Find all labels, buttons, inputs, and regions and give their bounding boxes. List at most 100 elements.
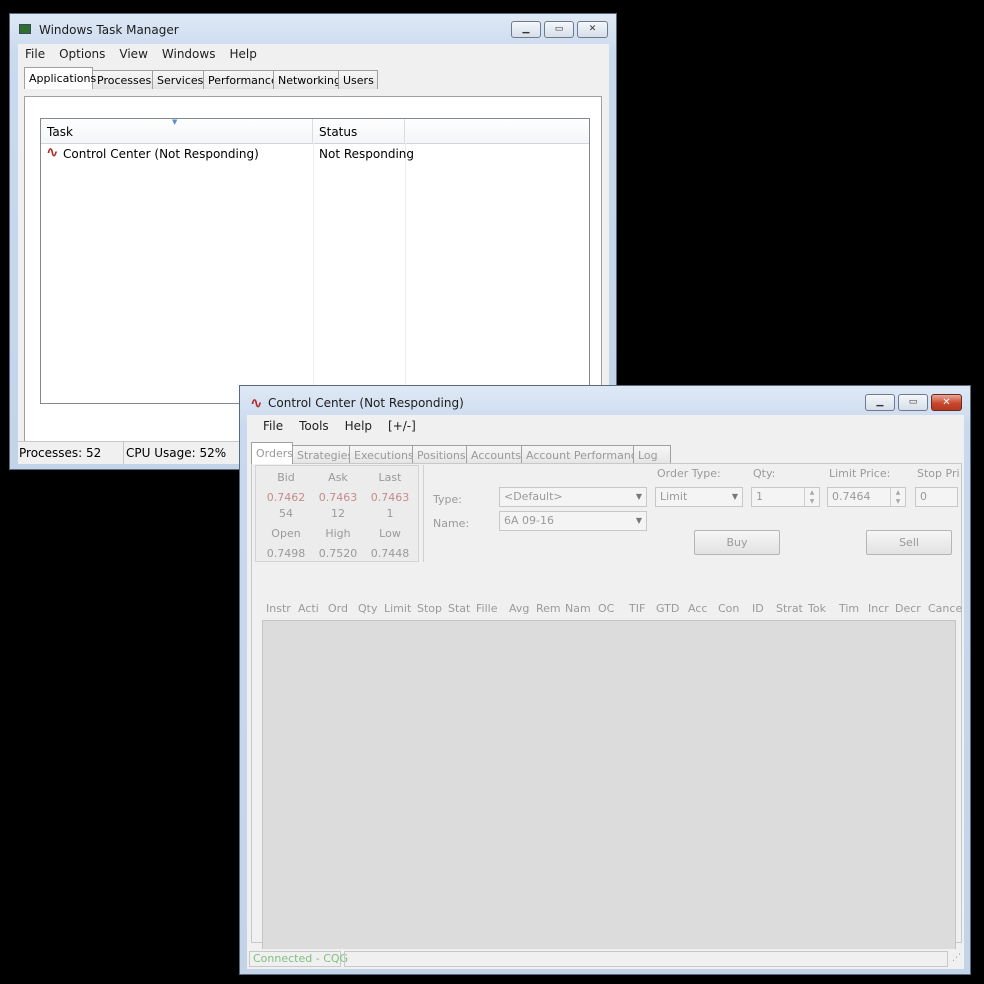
menu-help[interactable]: Help xyxy=(337,419,380,433)
task-list[interactable]: Task Status ▼ Control Center (Not Respon… xyxy=(40,118,590,404)
tab-performance[interactable]: Performance xyxy=(203,70,278,89)
status-bar: Connected - CQG ⋰ xyxy=(247,949,964,969)
bid-size: 54 xyxy=(279,507,293,520)
buy-button[interactable]: Buy xyxy=(694,530,780,555)
control-center-client: File Tools Help [+/-] Orders Strategies … xyxy=(247,415,964,969)
tab-strategies[interactable]: Strategies xyxy=(292,445,353,464)
menu-tools[interactable]: Tools xyxy=(291,419,337,433)
column-header[interactable]: Acti xyxy=(298,602,319,615)
tab-applications[interactable]: Applications xyxy=(24,67,96,89)
ask-price: 0.7463 xyxy=(318,491,358,504)
ask-size: 12 xyxy=(331,507,345,520)
column-header[interactable]: Avg xyxy=(509,602,529,615)
tab-networking[interactable]: Networking xyxy=(273,70,341,89)
column-header[interactable]: Cance xyxy=(928,602,962,615)
column-divider xyxy=(313,143,314,403)
column-header[interactable]: Limit xyxy=(384,602,411,615)
tab-processes[interactable]: Processes xyxy=(92,70,153,89)
name-label: Name: xyxy=(433,517,470,530)
tab-users[interactable]: Users xyxy=(338,70,378,89)
limit-price-label: Limit Price: xyxy=(829,467,891,480)
tab-orders[interactable]: Orders xyxy=(251,442,293,464)
type-value: <Default> xyxy=(504,490,563,503)
name-value: 6A 09-16 xyxy=(504,514,554,527)
limit-price-stepper[interactable]: 0.7464 ▲ ▼ xyxy=(827,487,906,507)
column-header[interactable]: Instr xyxy=(266,602,291,615)
column-header[interactable]: Fille xyxy=(476,602,497,615)
column-header[interactable]: Con xyxy=(718,602,739,615)
menu-bar: File Tools Help [+/-] xyxy=(247,415,964,437)
quote-box: Bid Ask Last 0.7462 0.7463 0.7463 54 12 … xyxy=(255,465,419,562)
chevron-down-icon: ▼ xyxy=(731,492,738,501)
column-header[interactable]: ID xyxy=(752,602,764,615)
sort-arrow-icon: ▼ xyxy=(172,118,178,126)
spin-arrows-icon[interactable]: ▲ ▼ xyxy=(890,488,905,506)
spin-arrows-icon[interactable]: ▲ ▼ xyxy=(804,488,819,506)
column-header[interactable]: TIF xyxy=(629,602,645,615)
stop-price-label: Stop Pri xyxy=(917,467,960,480)
stop-price-value: 0 xyxy=(920,490,927,503)
resize-grip-icon[interactable]: ⋰ xyxy=(952,953,961,963)
tab-log[interactable]: Log xyxy=(633,445,671,464)
type-select[interactable]: <Default> ▼ xyxy=(499,487,647,507)
column-header[interactable]: Qty xyxy=(358,602,377,615)
order-type-select[interactable]: Limit ▼ xyxy=(655,487,743,507)
status-panel xyxy=(344,951,948,967)
maximize-button[interactable]: ▭ xyxy=(898,394,928,411)
menu-file[interactable]: File xyxy=(18,47,52,61)
menu-options[interactable]: Options xyxy=(52,47,112,61)
cpu-usage: CPU Usage: 52% xyxy=(125,442,255,464)
tab-services[interactable]: Services xyxy=(152,70,204,89)
monitor-icon xyxy=(19,24,31,34)
ask-label: Ask xyxy=(328,471,348,484)
window-title: Windows Task Manager xyxy=(39,23,179,37)
column-header[interactable]: Incr xyxy=(868,602,889,615)
tab-account-performance[interactable]: Account Performance xyxy=(521,445,644,464)
column-header[interactable]: Stop xyxy=(417,602,442,615)
last-size: 1 xyxy=(386,507,394,520)
qty-stepper[interactable]: 1 ▲ ▼ xyxy=(751,487,820,507)
orders-table[interactable] xyxy=(262,620,956,959)
control-center-window: Control Center (Not Responding) ▁ ▭ ✕ Fi… xyxy=(239,385,971,975)
column-header[interactable]: Nam xyxy=(565,602,591,615)
menu-windows[interactable]: Windows xyxy=(155,47,223,61)
sell-button[interactable]: Sell xyxy=(866,530,952,555)
menu-view[interactable]: View xyxy=(112,47,154,61)
column-header[interactable]: Decr xyxy=(895,602,921,615)
task-list-header: Task Status ▼ xyxy=(41,118,589,144)
minimize-button[interactable]: ▁ xyxy=(511,21,541,38)
tab-positions[interactable]: Positions xyxy=(412,445,467,464)
low-label: Low xyxy=(379,527,401,540)
column-header[interactable]: Tim xyxy=(839,602,859,615)
tab-strip: Applications Processes Services Performa… xyxy=(24,67,378,89)
menu-expand[interactable]: [+/-] xyxy=(380,419,424,433)
low-price: 0.7448 xyxy=(370,547,410,560)
maximize-button[interactable]: ▭ xyxy=(544,21,574,38)
close-button[interactable]: ✕ xyxy=(931,394,962,411)
column-status[interactable]: Status xyxy=(313,119,405,143)
menu-file[interactable]: File xyxy=(247,419,291,433)
tab-executions[interactable]: Executions xyxy=(349,445,414,464)
task-row[interactable]: Control Center (Not Responding) xyxy=(46,143,259,163)
order-type-label: Order Type: xyxy=(657,467,721,480)
control-center-icon xyxy=(250,394,264,412)
stop-price-field[interactable]: 0 xyxy=(915,487,958,507)
control-center-titlebar[interactable]: Control Center (Not Responding) ▁ ▭ ✕ xyxy=(240,386,970,416)
column-header[interactable]: Rem xyxy=(536,602,561,615)
control-center-icon xyxy=(46,143,60,161)
column-header[interactable]: Tok xyxy=(808,602,826,615)
close-button[interactable]: ✕ xyxy=(577,21,608,38)
name-select[interactable]: 6A 09-16 ▼ xyxy=(499,511,647,531)
column-header[interactable]: Strat xyxy=(776,602,803,615)
column-header[interactable]: Ord xyxy=(328,602,348,615)
column-header[interactable]: GTD xyxy=(656,602,679,615)
menu-help[interactable]: Help xyxy=(222,47,263,61)
column-header[interactable]: Acc xyxy=(688,602,707,615)
chevron-down-icon: ▼ xyxy=(635,492,642,501)
tab-strip: Orders Strategies Executions Positions A… xyxy=(251,442,671,464)
tab-accounts[interactable]: Accounts xyxy=(466,445,522,464)
minimize-button[interactable]: ▁ xyxy=(865,394,895,411)
column-header[interactable]: OC xyxy=(598,602,614,615)
task-manager-titlebar[interactable]: Windows Task Manager ▁ ▭ ✕ xyxy=(10,14,616,44)
column-header[interactable]: Stat xyxy=(448,602,470,615)
